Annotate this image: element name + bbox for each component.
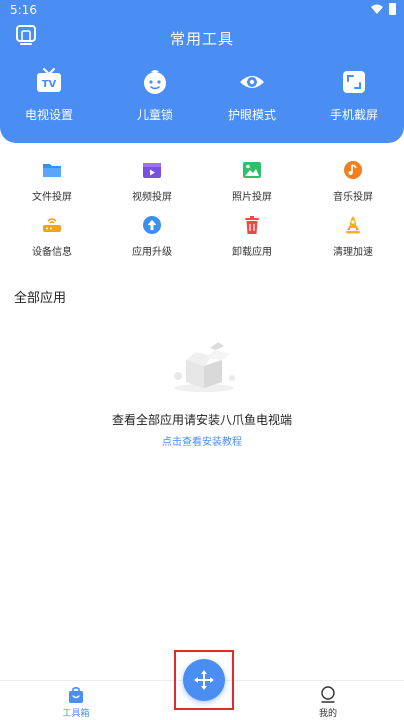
tool-screenshot[interactable]: 手机截屏 (309, 68, 399, 123)
tool-eye-protection[interactable]: 护眼模式 (207, 68, 297, 123)
trash-icon (245, 216, 259, 234)
tool-label: 清理加速 (333, 247, 373, 258)
tool-uninstall-app[interactable]: 卸载应用 (207, 215, 297, 258)
big-tools-row: TV 电视设置 儿童锁 护眼模式 手机截屏 (0, 68, 404, 128)
tool-label: 音乐投屏 (333, 192, 373, 203)
section-title-all-apps: 全部应用 (14, 291, 67, 306)
tool-photo-cast[interactable]: 照片投屏 (207, 160, 297, 203)
remote-control-button[interactable] (183, 659, 225, 701)
page-title: 常用工具 (169, 30, 234, 48)
tool-label: 设备信息 (32, 247, 72, 258)
header: 5:16 常用工具 TV 电视设置 儿童锁 护眼模式 手机截屏 (0, 0, 404, 143)
tool-label: 视频投屏 (132, 192, 172, 203)
nav-tab-mine[interactable]: 我的 (298, 686, 358, 719)
child-face-icon (144, 70, 166, 94)
tool-label: 护眼模式 (227, 108, 276, 122)
move-arrows-icon (194, 670, 214, 690)
wifi-icon (371, 4, 383, 14)
tool-file-cast[interactable]: 文件投屏 (7, 160, 97, 203)
tool-video-cast[interactable]: 视频投屏 (107, 160, 197, 203)
status-bar: 5:16 (0, 0, 404, 20)
music-icon (344, 161, 362, 179)
nav-tab-toolbox[interactable]: 工具箱 (46, 686, 106, 719)
tool-label: 卸载应用 (232, 247, 272, 258)
tv-icon: TV (37, 68, 61, 92)
tool-child-lock[interactable]: 儿童锁 (110, 68, 200, 123)
tool-music-cast[interactable]: 音乐投屏 (308, 160, 398, 203)
upgrade-icon (143, 216, 161, 234)
photo-icon (243, 162, 261, 178)
tool-device-info[interactable]: 设备信息 (7, 215, 97, 258)
video-icon (143, 163, 161, 178)
rocket-icon (346, 216, 360, 234)
nav-label: 我的 (318, 709, 337, 719)
tool-tv-settings[interactable]: TV 电视设置 (4, 68, 94, 123)
router-icon (43, 218, 61, 232)
svg-text:TV: TV (42, 79, 57, 90)
screenshot-icon (343, 71, 365, 93)
install-tutorial-link[interactable]: 点击查看安装教程 (0, 433, 404, 448)
tool-label: 电视设置 (24, 108, 73, 122)
eye-icon (240, 76, 264, 88)
tool-clean-boost[interactable]: 清理加速 (308, 215, 398, 258)
tool-label: 儿童锁 (136, 108, 173, 122)
tool-label: 文件投屏 (32, 192, 72, 203)
toolbox-icon (69, 686, 83, 703)
battery-icon (389, 3, 396, 15)
folder-icon (43, 164, 61, 177)
profile-icon (321, 686, 335, 703)
empty-box-icon (174, 342, 235, 392)
tool-app-upgrade[interactable]: 应用升级 (107, 215, 197, 258)
tool-label: 应用升级 (132, 247, 172, 258)
tool-label: 照片投屏 (232, 192, 272, 203)
tool-label: 手机截屏 (329, 108, 378, 122)
empty-state-message: 查看全部应用请安装八爪鱼电视端 (111, 413, 292, 427)
nav-label: 工具箱 (62, 709, 90, 719)
status-time: 5:16 (10, 3, 37, 17)
status-icons (371, 3, 396, 15)
